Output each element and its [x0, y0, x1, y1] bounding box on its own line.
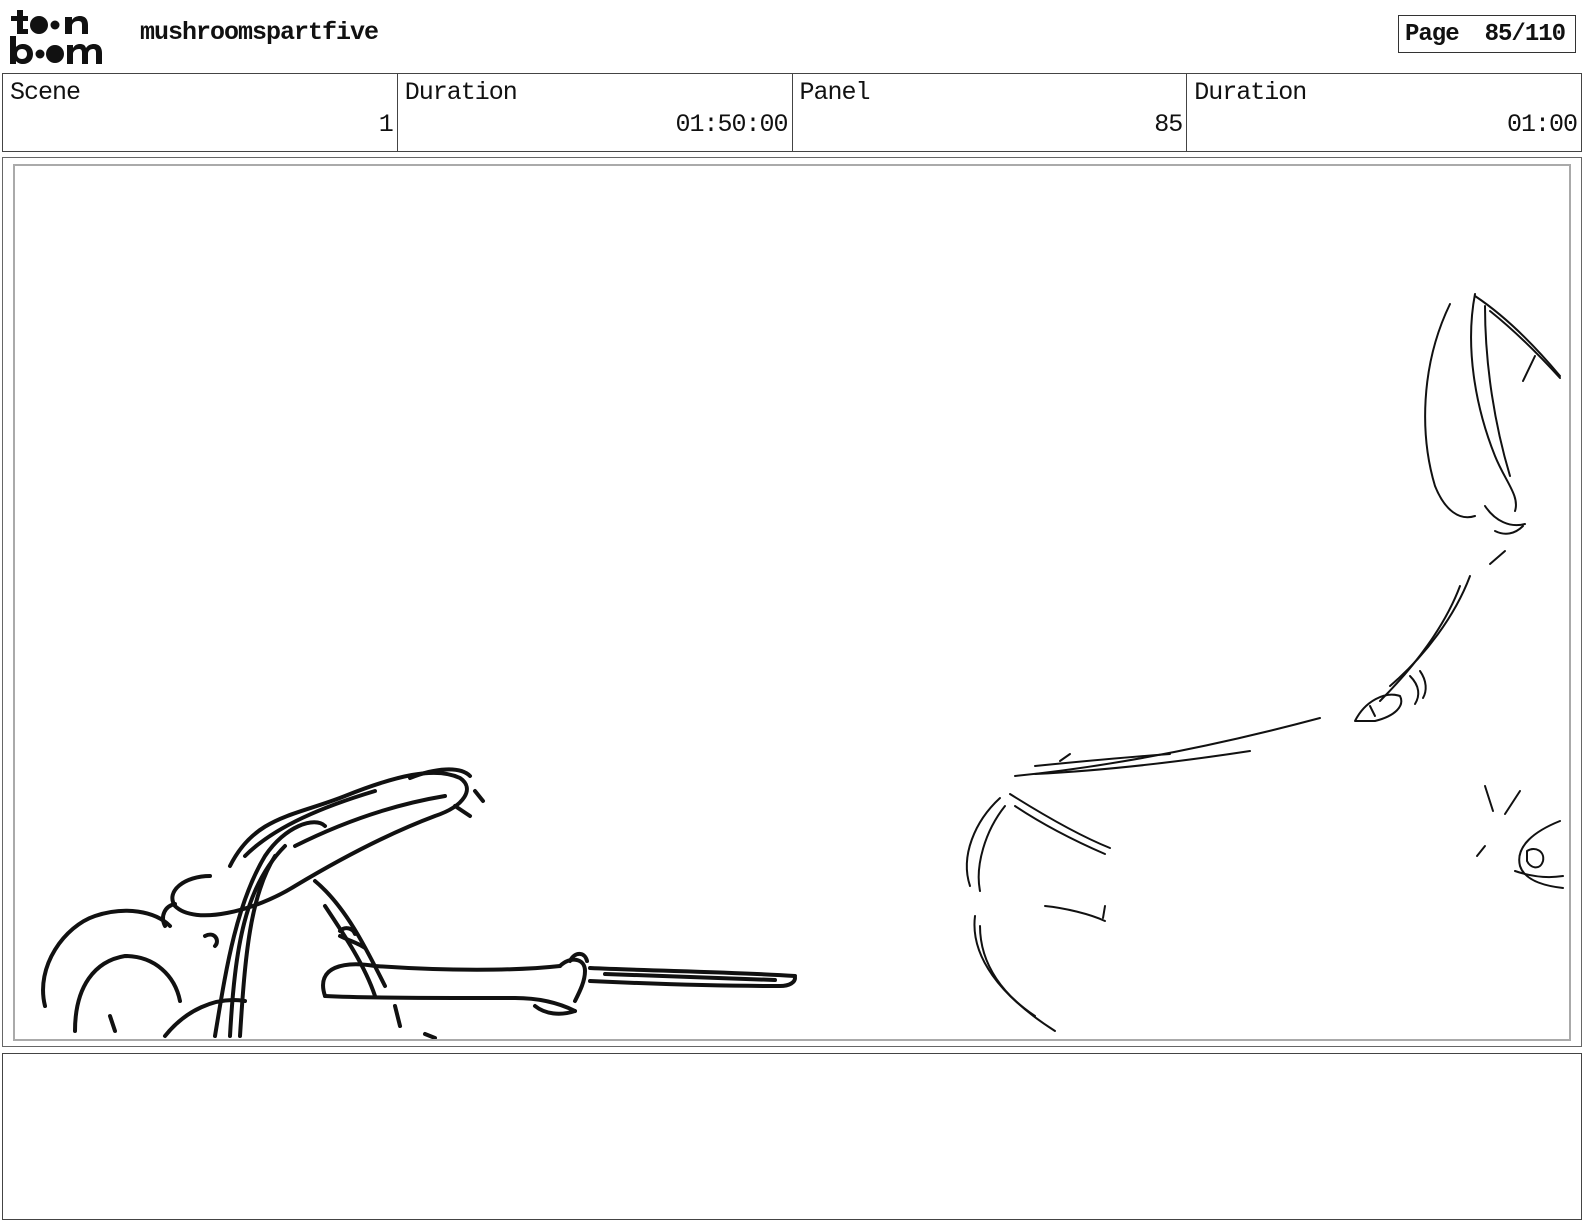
- scene-duration-label: Duration: [404, 78, 518, 107]
- scene-duration-cell: Duration 01:50:00: [398, 74, 793, 151]
- panel-cell: Panel 85: [793, 74, 1188, 151]
- character-sketch-left: [41, 767, 797, 1039]
- page-number: 85/110: [1484, 20, 1566, 48]
- character-sketch-right: [965, 293, 1564, 1032]
- panel-label: Panel: [799, 78, 871, 107]
- scene-label: Scene: [10, 78, 81, 107]
- panel-value: 85: [1154, 110, 1183, 139]
- scene-duration-value: 01:50:00: [675, 110, 788, 139]
- panel-duration-cell: Duration 01:00: [1187, 74, 1581, 151]
- page-label: Page: [1405, 20, 1460, 48]
- project-title: mushroomspartfive: [140, 18, 379, 47]
- page-indicator: Page 85/110: [1398, 15, 1576, 53]
- panel-duration-value: 01:00: [1506, 110, 1578, 139]
- scene-value: 1: [378, 110, 394, 139]
- scene-info-bar: Scene 1 Duration 01:50:00 Panel 85 Durat…: [2, 73, 1582, 152]
- panel-duration-label: Duration: [1194, 78, 1307, 107]
- notes-area[interactable]: [2, 1053, 1582, 1220]
- scene-cell: Scene 1: [3, 74, 398, 151]
- panel-image: [13, 164, 1571, 1041]
- toon-boom-logo: [6, 6, 118, 66]
